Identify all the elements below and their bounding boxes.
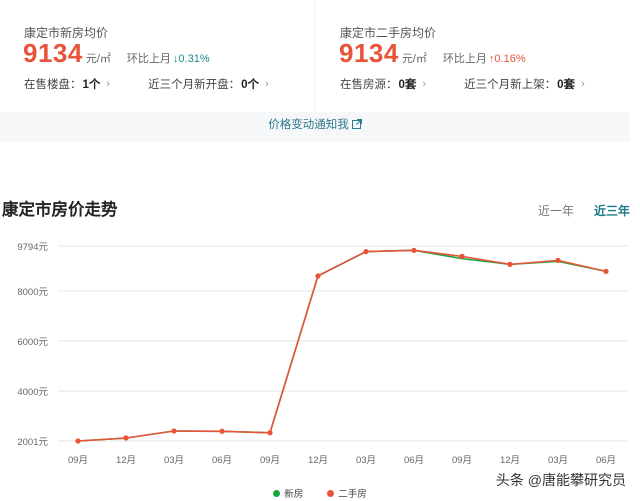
legend-item-second-hand[interactable]: 二手房 (327, 486, 367, 500)
x-tick-label: 03月 (356, 455, 376, 466)
notify-label: 价格变动通知我 (268, 119, 349, 131)
x-tick-label: 06月 (212, 455, 232, 466)
data-point (267, 430, 273, 436)
new-openings-value: 0个 (241, 79, 259, 91)
x-tick-label: 12月 (308, 455, 328, 466)
data-point (171, 428, 177, 434)
tab-one-year[interactable]: 近一年 (538, 202, 574, 219)
data-point (507, 261, 513, 267)
y-tick-label: 9794元 (17, 242, 48, 253)
data-point (315, 273, 321, 279)
new-listings-label: 近三个月新上架： (464, 79, 557, 91)
on-sale-listings-value: 0套 (398, 79, 417, 91)
new-home-price-card: 康定市新房均价 9134 元/㎡ 环比上月 ↓ 0.31% 在售楼盘： 1个 ›… (0, 0, 314, 112)
new-listings-value: 0套 (557, 79, 575, 91)
x-tick-label: 06月 (596, 455, 616, 466)
watermark: 头条 @唐能攀研究员 (495, 472, 626, 488)
new-home-stats: 在售楼盘： 1个 › 近三个月新开盘： 0个 › (24, 76, 269, 92)
data-point (459, 253, 465, 259)
x-tick-label: 09月 (452, 455, 472, 466)
second-hand-price-unit: 元/㎡ (401, 53, 427, 65)
new-openings-label: 近三个月新开盘： (148, 79, 241, 91)
new-listings-link[interactable]: 近三个月新上架： 0套 › (464, 76, 585, 92)
on-sale-projects-value: 1个 (82, 79, 101, 91)
on-sale-listings-label: 在售房源： (340, 79, 398, 91)
legend-item-new[interactable]: 新房 (273, 486, 303, 500)
price-summary-panel: 康定市新房均价 9134 元/㎡ 环比上月 ↓ 0.31% 在售楼盘： 1个 ›… (0, 0, 630, 142)
new-home-price-row: 9134 元/㎡ 环比上月 ↓ 0.31% (23, 38, 210, 68)
x-tick-label: 09月 (260, 455, 280, 466)
second-hand-mom-value: 0.16% (494, 53, 526, 65)
y-tick-label: 4000元 (17, 387, 48, 398)
range-tabs: 近一年 近三年 (518, 202, 630, 219)
x-tick-label: 06月 (404, 455, 424, 466)
x-tick-label: 12月 (116, 455, 136, 466)
data-point (603, 268, 609, 274)
x-tick-label: 03月 (164, 455, 184, 466)
price-trend-chart: 2001元 4000元 6000元 8000元 9794元 09月 12月 03月 06月 09月… (17, 242, 628, 466)
second-hand-price: 9134 (339, 38, 399, 68)
new-home-price: 9134 (23, 38, 83, 68)
chevron-right-icon: › (580, 78, 585, 90)
y-tick-label: 6000元 (17, 337, 48, 348)
new-openings-link[interactable]: 近三个月新开盘： 0个 › (148, 76, 269, 92)
second-hand-price-row: 9134 元/㎡ 环比上月 ↑ 0.16% (339, 38, 526, 68)
y-tick-label: 2001元 (17, 437, 48, 448)
new-home-mom-value: 0.31% (178, 53, 210, 65)
second-hand-price-card: 康定市二手房均价 9134 元/㎡ 环比上月 ↑ 0.16% 在售房源： 0套 … (316, 0, 630, 112)
legend-swatch-new (273, 489, 281, 497)
data-point (363, 249, 369, 255)
second-hand-mom-label: 环比上月 (442, 53, 487, 65)
price-change-notify-link[interactable]: 价格变动通知我 (0, 116, 630, 132)
legend-label-second-hand: 二手房 (338, 489, 367, 500)
chevron-right-icon: › (106, 78, 111, 90)
external-link-icon (351, 119, 362, 129)
x-tick-label: 09月 (68, 455, 88, 466)
data-point (75, 438, 81, 444)
chevron-right-icon: › (422, 78, 427, 90)
data-point (555, 257, 561, 263)
series-line-new (77, 249, 607, 442)
y-tick-label: 8000元 (17, 287, 48, 298)
data-point (219, 428, 225, 434)
x-tick-label: 03月 (548, 455, 568, 466)
series-line-second-hand (77, 249, 607, 442)
legend-swatch-second-hand (327, 489, 335, 497)
new-home-mom-label: 环比上月 (126, 53, 171, 65)
second-hand-stats: 在售房源： 0套 › 近三个月新上架： 0套 › (340, 76, 585, 92)
legend-label-new: 新房 (284, 489, 304, 500)
data-point (123, 435, 129, 441)
on-sale-projects-label: 在售楼盘： (24, 79, 82, 91)
on-sale-projects-link[interactable]: 在售楼盘： 1个 › (24, 76, 110, 92)
trend-title: 康定市房价走势 (2, 201, 118, 219)
tab-three-years[interactable]: 近三年 (594, 202, 630, 219)
chevron-right-icon: › (264, 78, 269, 90)
x-tick-label: 12月 (500, 455, 520, 466)
data-point (411, 247, 417, 253)
new-home-price-unit: 元/㎡ (85, 53, 111, 65)
on-sale-listings-link[interactable]: 在售房源： 0套 › (340, 76, 426, 92)
